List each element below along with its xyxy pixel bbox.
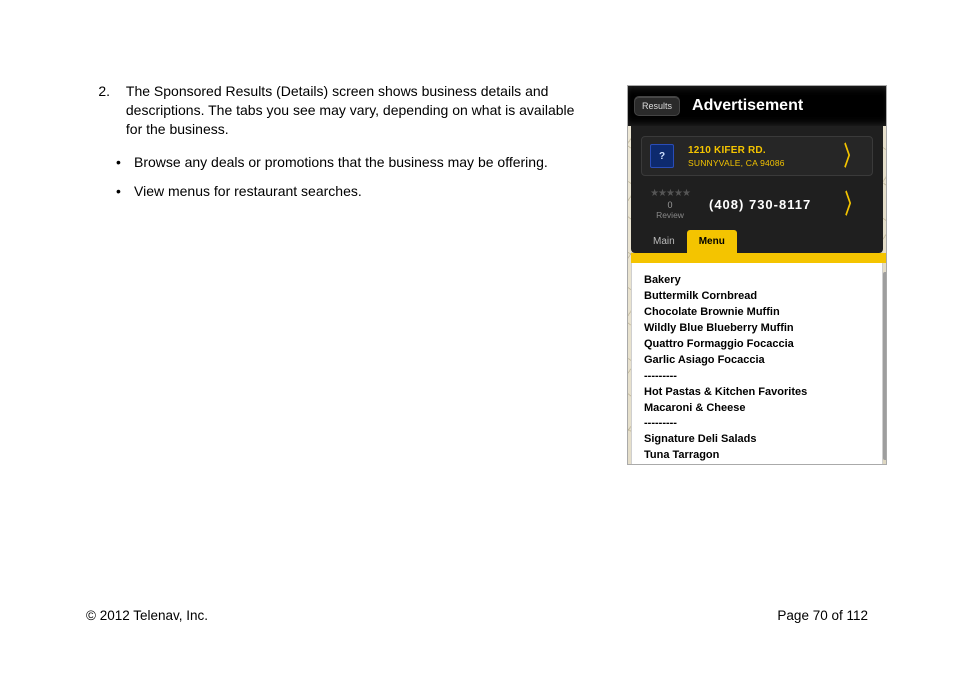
- copyright: © 2012 Telenav, Inc.: [86, 608, 208, 623]
- menu-item: Quattro Formaggio Focaccia: [644, 337, 870, 353]
- tabs-row: Main Menu: [641, 230, 873, 253]
- menu-item: Wildly Blue Blueberry Muffin: [644, 321, 870, 337]
- menu-separator: ---------: [644, 416, 870, 432]
- bullet-item: Browse any deals or promotions that the …: [134, 153, 586, 172]
- menu-item: Tuna Tarragon: [644, 448, 870, 464]
- menu-item: Signature Deli Salads: [644, 432, 870, 448]
- menu-item: Bakery: [644, 273, 870, 289]
- results-back-button[interactable]: Results: [634, 96, 680, 116]
- menu-item: Chocolate Brownie Muffin: [644, 305, 870, 321]
- phone-topbar: Results Advertisement: [628, 86, 886, 126]
- rating-stars-icon: ★★★★★: [649, 188, 691, 199]
- address-line1: 1210 KIFER RD.: [688, 145, 832, 156]
- list-number: 2.: [86, 82, 110, 101]
- bullet-icon: •: [116, 182, 134, 201]
- list-paragraph: The Sponsored Results (Details) screen s…: [126, 82, 586, 139]
- chevron-right-icon: 〉: [844, 143, 858, 169]
- page-number: Page 70 of 112: [777, 608, 868, 623]
- business-card: ? 1210 KIFER RD. SUNNYVALE, CA 94086 〉 ★…: [631, 126, 883, 253]
- scrollbar[interactable]: [883, 272, 887, 460]
- tab-main[interactable]: Main: [641, 230, 687, 253]
- document-body: 2. The Sponsored Results (Details) scree…: [86, 82, 586, 200]
- phone-row[interactable]: ★★★★★ 0 Review (408) 730-8117 〉: [641, 184, 873, 228]
- phone-number: (408) 730-8117: [709, 197, 833, 212]
- tab-menu[interactable]: Menu: [687, 230, 737, 253]
- tab-underline: [631, 253, 883, 263]
- bullet-item: View menus for restaurant searches.: [134, 182, 586, 201]
- menu-panel: Bakery Buttermilk Cornbread Chocolate Br…: [631, 263, 883, 465]
- menu-separator: ---------: [644, 369, 870, 385]
- menu-item: Garlic Asiago Focaccia: [644, 353, 870, 369]
- review-count: 0: [649, 200, 691, 210]
- address-row[interactable]: ? 1210 KIFER RD. SUNNYVALE, CA 94086 〉: [641, 136, 873, 176]
- chevron-right-icon: 〉: [845, 191, 859, 217]
- review-label: Review: [649, 210, 691, 220]
- bullet-icon: •: [116, 153, 134, 172]
- menu-item: Macaroni & Cheese: [644, 401, 870, 417]
- menu-item: Hot Pastas & Kitchen Favorites: [644, 385, 870, 401]
- page-footer: © 2012 Telenav, Inc. Page 70 of 112: [86, 608, 868, 623]
- screen-title: Advertisement: [692, 97, 803, 115]
- business-logo-icon: ?: [650, 144, 674, 168]
- phone-screenshot: Results Advertisement ? 1210 KIFER RD. S…: [627, 85, 887, 465]
- address-line2: SUNNYVALE, CA 94086: [688, 158, 832, 168]
- bullet-list: • Browse any deals or promotions that th…: [116, 153, 586, 201]
- menu-item: Buttermilk Cornbread: [644, 289, 870, 305]
